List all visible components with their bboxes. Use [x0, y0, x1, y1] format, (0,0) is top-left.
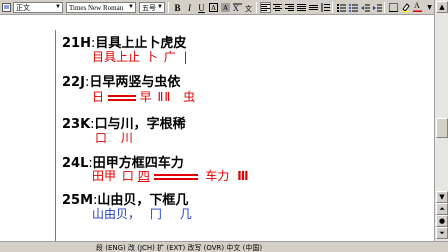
- bullets-icon[interactable]: [348, 2, 359, 13]
- toolbar-separator: [332, 2, 333, 13]
- svg-text:X: X: [233, 4, 239, 12]
- radical-group: 虫: [183, 90, 196, 104]
- radical-group: 四: [137, 169, 150, 183]
- character-shading-button[interactable]: A: [220, 2, 231, 13]
- entry-23k-radicals: 口 川: [95, 129, 133, 146]
- highlight-icon[interactable]: [400, 2, 411, 13]
- numbering-icon[interactable]: [336, 2, 347, 13]
- font-color-button[interactable]: A: [412, 1, 423, 13]
- radical-group: 冂: [149, 207, 162, 221]
- svg-text:A: A: [211, 4, 216, 12]
- increase-indent-icon[interactable]: [372, 2, 383, 13]
- status-text: 段 (ENG) 改 (JCH) 扩 (EXT) 改写 (OVR) 中文 (中国): [96, 244, 263, 252]
- entry-code: 24L: [62, 156, 89, 171]
- next-page-button[interactable]: ⏷: [436, 227, 448, 239]
- radical-group: 广: [163, 50, 176, 64]
- style-dropdown[interactable]: 正文 ▼: [13, 2, 63, 13]
- font-dropdown[interactable]: Times New Roman ▼: [66, 2, 136, 13]
- justify-icon[interactable]: [296, 2, 307, 13]
- entry-code: 23K: [62, 117, 91, 132]
- align-right-icon[interactable]: [284, 2, 295, 13]
- entry-21h-radicals: 目具上止 卜 广 |: [92, 48, 188, 65]
- radical-group: 日: [92, 90, 105, 104]
- font-value: Times New Roman: [69, 3, 124, 12]
- entry-code: 22J: [62, 75, 85, 90]
- radical-group: 目具上止: [92, 50, 141, 64]
- status-bar: 段 (ENG) 改 (JCH) 扩 (EXT) 改写 (OVR) 中文 (中国): [0, 241, 448, 252]
- align-center-icon[interactable]: [272, 2, 283, 13]
- style-value: 正文: [16, 3, 30, 12]
- radical-shape: [153, 173, 198, 180]
- scroll-down-button[interactable]: ▼: [436, 191, 448, 203]
- character-border-button[interactable]: A: [208, 2, 219, 13]
- scroll-up-button[interactable]: ▲: [436, 1, 448, 13]
- toolbar-separator: [256, 2, 257, 13]
- radical-group: 车力: [205, 169, 230, 183]
- previous-page-button[interactable]: ⏶: [436, 203, 448, 215]
- bold-button[interactable]: B: [172, 2, 183, 13]
- formatting-toolbar: 正文 ▼ Times New Roman ▼ 五号 ▼ B I U A A X …: [0, 0, 448, 15]
- toolbar-separator: [168, 2, 169, 13]
- font-size-value: 五号: [142, 3, 156, 12]
- radical-group: 几: [179, 207, 192, 221]
- radical-group: Ⅲ: [237, 169, 249, 183]
- line-spacing-icon[interactable]: [320, 2, 331, 13]
- entry-24l-radicals: 田甲 口 四 车力 Ⅲ: [92, 167, 249, 184]
- entry-code: 21H: [62, 36, 91, 51]
- radical-group: 山由贝，: [92, 207, 141, 221]
- svg-text:文: 文: [245, 4, 252, 12]
- radical-group: 田甲: [92, 169, 117, 183]
- chevron-down-icon: ▼: [55, 4, 61, 10]
- character-scale-button[interactable]: X: [232, 2, 243, 13]
- align-left-icon[interactable]: [260, 2, 271, 13]
- chevron-down-icon: ▼: [128, 4, 134, 10]
- radical-group: |: [183, 50, 188, 64]
- underline-button[interactable]: U: [196, 2, 207, 13]
- distributed-align-icon[interactable]: [308, 2, 319, 13]
- entry-22j-radicals: 日 早 ⅡⅡ 虫: [92, 88, 195, 105]
- radical-group: 口: [95, 131, 108, 145]
- radical-shape: [107, 94, 136, 101]
- radical-group: 早: [139, 90, 152, 104]
- radical-group: 川: [120, 131, 133, 145]
- radical-group: ⅡⅡ: [157, 90, 172, 104]
- toolbar-separator: [384, 2, 385, 13]
- chevron-down-icon: ▼: [157, 4, 163, 10]
- decrease-indent-icon[interactable]: [360, 2, 371, 13]
- entry-code: 25M: [62, 193, 94, 208]
- borders-icon[interactable]: [388, 2, 399, 13]
- styles-pane-icon[interactable]: [1, 2, 12, 13]
- entry-25m-radicals: 山由贝， 冂 几: [92, 205, 192, 222]
- font-size-dropdown[interactable]: 五号 ▼: [139, 2, 165, 13]
- radical-group: 口: [121, 169, 134, 183]
- select-browse-object-button[interactable]: ●: [436, 215, 448, 227]
- radical-group: 卜: [145, 50, 158, 64]
- svg-text:A: A: [223, 4, 228, 12]
- vertical-scrollbar[interactable]: ▲ ▼ ⏶ ● ⏷: [434, 0, 448, 241]
- italic-button[interactable]: I: [184, 2, 195, 13]
- margin-line: [55, 30, 56, 246]
- font-color-label: A: [414, 1, 420, 10]
- phonetic-guide-icon[interactable]: 文: [244, 2, 255, 13]
- scroll-thumb[interactable]: [436, 118, 448, 138]
